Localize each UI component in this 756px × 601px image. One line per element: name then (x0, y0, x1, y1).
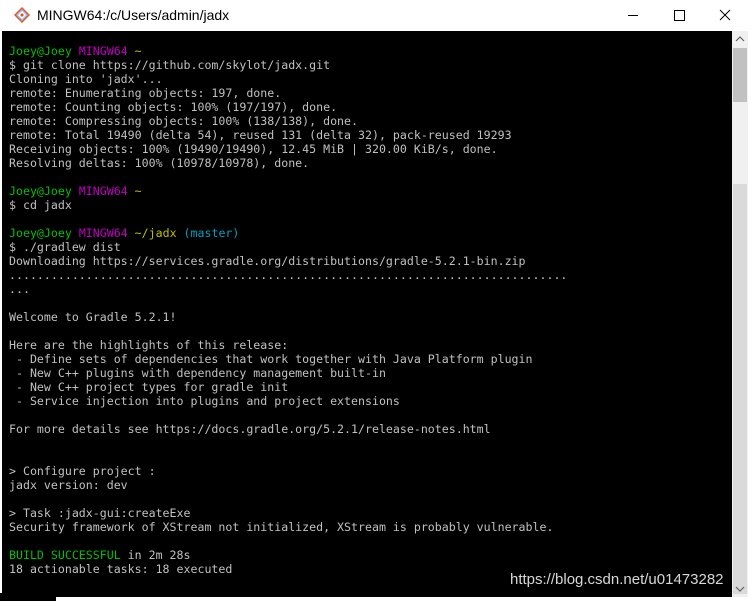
scroll-down-arrow-icon[interactable] (732, 580, 748, 597)
terminal-text-segment: - Define sets of dependencies that work … (9, 352, 533, 366)
terminal-line: - Define sets of dependencies that work … (9, 352, 567, 366)
terminal-line: $ git clone https://github.com/skylot/ja… (9, 58, 567, 72)
window-right-border (748, 31, 756, 601)
terminal-line: ........................................… (9, 268, 567, 282)
terminal-line: Downloading https://services.gradle.org/… (9, 254, 567, 268)
terminal-line: remote: Total 19490 (delta 54), reused 1… (9, 128, 567, 142)
terminal-window: MINGW64:/c/Users/admin/jadx Joey@Joey MI… (0, 0, 756, 601)
terminal-text-segment: - New C++ project types for gradle init (9, 380, 289, 394)
terminal-text-segment: 18 actionable tasks: 18 executed (9, 562, 233, 576)
terminal-text-segment: - Service injection into plugins and pro… (9, 394, 400, 408)
terminal-text-segment: Resolving deltas: 100% (10978/10978), do… (9, 156, 310, 170)
terminal-text-segment: Security framework of XStream not initia… (9, 520, 554, 534)
terminal-line: ... (9, 282, 567, 296)
minimize-button[interactable] (610, 0, 656, 31)
terminal-text-segment: Welcome to Gradle 5.2.1! (9, 310, 177, 324)
terminal-line: > Task :jadx-gui:createExe (9, 506, 567, 520)
terminal-line: Cloning into 'jadx'... (9, 72, 567, 86)
close-icon (719, 9, 731, 21)
terminal-line: - New C++ plugins with dependency manage… (9, 366, 567, 380)
terminal-text-segment: - New C++ plugins with dependency manage… (9, 366, 386, 380)
terminal-text-segment: ... (9, 282, 30, 296)
watermark-text: https://blog.csdn.net/u01473282 (510, 571, 724, 588)
terminal-text-segment: remote: Enumerating objects: 197, done. (9, 86, 282, 100)
terminal-line: Receiving objects: 100% (19490/19490), 1… (9, 142, 567, 156)
terminal-text-segment: Joey@Joey (9, 44, 79, 58)
terminal-line: $ ./gradlew dist (9, 240, 567, 254)
terminal-text-segment: Receiving objects: 100% (19490/19490), 1… (9, 142, 498, 156)
terminal-text-segment: MINGW64 (78, 226, 128, 240)
terminal-line: Here are the highlights of this release: (9, 338, 567, 352)
terminal-text-segment: $ cd jadx (9, 198, 72, 212)
close-button[interactable] (702, 0, 748, 31)
terminal-text-segment: remote: Compressing objects: 100% (138/1… (9, 114, 359, 128)
terminal-text-segment: MINGW64 (78, 184, 128, 198)
terminal-text-segment: > Task :jadx-gui:createExe (9, 506, 191, 520)
terminal-line: remote: Enumerating objects: 197, done. (9, 86, 567, 100)
terminal-text-segment: $ ./gradlew dist (9, 240, 121, 254)
terminal-text-segment: For more details see https://docs.gradle… (9, 422, 491, 436)
terminal-line: 18 actionable tasks: 18 executed (9, 562, 567, 576)
terminal-line: remote: Counting objects: 100% (197/197)… (9, 100, 567, 114)
scrollbar-track-segment[interactable] (733, 184, 747, 594)
git-bash-icon (14, 7, 30, 23)
minimize-icon (628, 15, 638, 16)
terminal-text-segment: (master) (176, 226, 240, 240)
maximize-icon (674, 10, 685, 21)
terminal-line: jadx version: dev (9, 478, 567, 492)
terminal-line: Joey@Joey MINGW64 ~ (9, 184, 567, 198)
terminal-line: Welcome to Gradle 5.2.1! (9, 310, 567, 324)
terminal-text-segment: BUILD SUCCESSFUL (9, 548, 121, 562)
terminal-line: BUILD SUCCESSFUL in 2m 28s (9, 548, 567, 562)
terminal-text-segment: Joey@Joey (9, 226, 79, 240)
terminal-output[interactable]: Joey@Joey MINGW64 ~ $ git clone https://g… (2, 31, 732, 597)
terminal-text-segment: ~ (134, 184, 142, 198)
taskbar-fragment (0, 593, 56, 601)
terminal-text-segment: ~ (134, 44, 142, 58)
terminal-text-segment: in 2m 28s (120, 548, 191, 562)
vertical-scrollbar[interactable] (732, 31, 748, 597)
terminal-line: Joey@Joey MINGW64 ~ (9, 44, 567, 58)
terminal-line: - New C++ project types for gradle init (9, 380, 567, 394)
scroll-up-arrow-icon[interactable] (732, 31, 748, 48)
terminal-text-segment: jadx version: dev (9, 478, 128, 492)
terminal-text-segment: remote: Total 19490 (delta 54), reused 1… (9, 128, 512, 142)
terminal-line: Joey@Joey MINGW64 ~/jadx (master) (9, 226, 567, 240)
terminal-text-segment: MINGW64 (78, 44, 128, 58)
window-bottom-border (0, 597, 756, 601)
title-bar[interactable]: MINGW64:/c/Users/admin/jadx (0, 0, 756, 31)
terminal-line: $ cd jadx (9, 198, 567, 212)
terminal-line: > Configure project : (9, 464, 567, 478)
terminal-text-segment: remote: Counting objects: 100% (197/197)… (9, 100, 338, 114)
terminal-text-segment: > Configure project : (9, 464, 156, 478)
terminal-text-segment: ........................................… (9, 268, 568, 282)
terminal-text-segment: $ git clone https://github.com/skylot/ja… (9, 58, 331, 72)
maximize-button[interactable] (656, 0, 702, 31)
scrollbar-thumb[interactable] (733, 48, 747, 102)
window-title: MINGW64:/c/Users/admin/jadx (37, 7, 230, 23)
terminal-line: remote: Compressing objects: 100% (138/1… (9, 114, 567, 128)
terminal-text-segment: ~/jadx (134, 226, 177, 240)
terminal-text-segment: Joey@Joey (9, 184, 79, 198)
terminal-text-segment: Cloning into 'jadx'... (9, 72, 163, 86)
terminal-line: Resolving deltas: 100% (10978/10978), do… (9, 156, 567, 170)
terminal-line: - Service injection into plugins and pro… (9, 394, 567, 408)
terminal-lines: Joey@Joey MINGW64 ~ $ git clone https://g… (9, 44, 567, 576)
terminal-line: For more details see https://docs.gradle… (9, 422, 567, 436)
terminal-text-segment: Here are the highlights of this release: (9, 338, 289, 352)
terminal-text-segment: Downloading https://services.gradle.org/… (9, 254, 526, 268)
terminal-line: Security framework of XStream not initia… (9, 520, 567, 534)
